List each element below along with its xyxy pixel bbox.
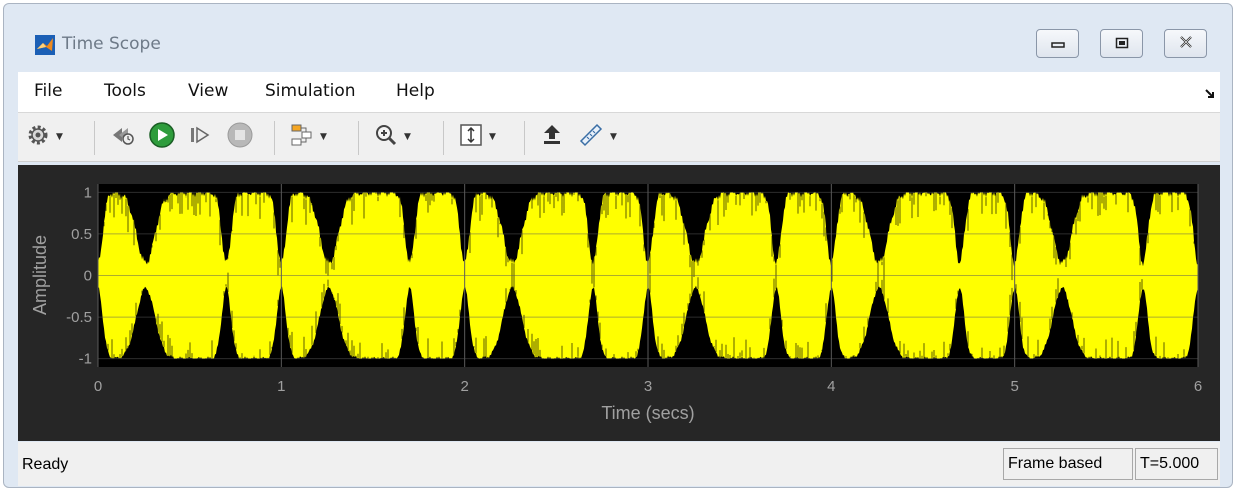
signal-select-button[interactable]: ▼ (290, 123, 327, 151)
x-tick-label: 1 (277, 378, 285, 395)
status-bar: Ready Frame based T=5.000 (18, 442, 1220, 486)
time-scope-window: Time Scope File Tools View Simulation He… (3, 3, 1233, 488)
zoom-in-icon (374, 123, 398, 151)
undock-arrow-icon[interactable] (1204, 85, 1216, 104)
toolbar: ▼ ▼ ▼ ▼ ▼ (18, 112, 1220, 162)
restore-button[interactable] (1100, 29, 1143, 58)
signal-select-dropdown-icon[interactable]: ▼ (320, 132, 327, 142)
stop-icon (226, 121, 254, 153)
scale-axes-button[interactable]: ▼ (459, 123, 496, 151)
x-tick-label: 2 (460, 378, 468, 395)
toolbar-separator (443, 121, 444, 155)
restore-icon (1115, 34, 1129, 53)
scale-axes-icon (459, 123, 483, 151)
step-back-icon (110, 122, 136, 152)
toolbar-separator (274, 121, 275, 155)
toolbar-separator (358, 121, 359, 155)
frame-mode-indicator: Frame based (1003, 448, 1133, 480)
step-forward-icon (188, 123, 212, 151)
minimize-icon (1050, 34, 1065, 53)
zoom-dropdown-icon[interactable]: ▼ (404, 132, 411, 142)
simulation-time-indicator: T=5.000 (1135, 448, 1218, 480)
toolbar-separator (94, 121, 95, 155)
step-back-button[interactable] (110, 123, 136, 151)
scale-axes-dropdown-icon[interactable]: ▼ (489, 132, 496, 142)
window-title: Time Scope (62, 34, 161, 54)
y-axis-label: Amplitude (30, 235, 50, 315)
highlight-block-icon (540, 123, 564, 151)
menu-file[interactable]: File (34, 81, 62, 101)
menu-bar: File Tools View Simulation Help (18, 72, 1220, 112)
y-tick-label: -1 (79, 351, 92, 368)
minimize-button[interactable] (1036, 29, 1079, 58)
step-forward-button[interactable] (188, 123, 212, 151)
title-bar[interactable]: Time Scope (4, 4, 1232, 66)
x-tick-label: 0 (94, 378, 102, 395)
menu-simulation[interactable]: Simulation (265, 81, 356, 101)
menu-view[interactable]: View (188, 81, 228, 101)
menu-help[interactable]: Help (396, 81, 435, 101)
measurement-button[interactable]: ▼ (578, 123, 617, 151)
zoom-button[interactable]: ▼ (374, 123, 411, 151)
settings-dropdown-icon[interactable]: ▼ (56, 132, 63, 142)
time-scope-plot[interactable]: 0 1 2 3 4 5 6 1 0.5 0 -0.5 -1 Time (secs) Amplitude (18, 165, 1220, 441)
stop-button[interactable] (226, 121, 254, 153)
y-tick-label: 0.5 (71, 226, 92, 243)
highlight-block-button[interactable] (540, 123, 564, 151)
settings-gear-icon (26, 123, 50, 151)
menu-tools[interactable]: Tools (104, 81, 146, 101)
matlab-logo-icon (35, 35, 55, 55)
y-tick-label: 1 (84, 184, 92, 201)
x-tick-label: 6 (1194, 378, 1202, 395)
settings-button[interactable]: ▼ (26, 123, 63, 151)
x-tick-label: 3 (644, 378, 652, 395)
measurement-icon (578, 122, 604, 152)
measurement-dropdown-icon[interactable]: ▼ (610, 132, 617, 142)
y-tick-label: -0.5 (66, 309, 92, 326)
run-button[interactable] (148, 121, 176, 153)
y-tick-label: 0 (84, 268, 92, 285)
status-text: Ready (22, 456, 69, 473)
signal-select-icon (290, 123, 314, 151)
close-button[interactable] (1164, 29, 1207, 58)
plot-panel: 0 1 2 3 4 5 6 1 0.5 0 -0.5 -1 Time (secs) Amplitude (18, 165, 1220, 441)
x-tick-label: 5 (1010, 378, 1018, 395)
run-icon (148, 121, 176, 153)
toolbar-separator (524, 121, 525, 155)
x-tick-label: 4 (827, 378, 835, 395)
x-axis-label: Time (secs) (601, 403, 694, 423)
close-icon (1178, 34, 1194, 53)
